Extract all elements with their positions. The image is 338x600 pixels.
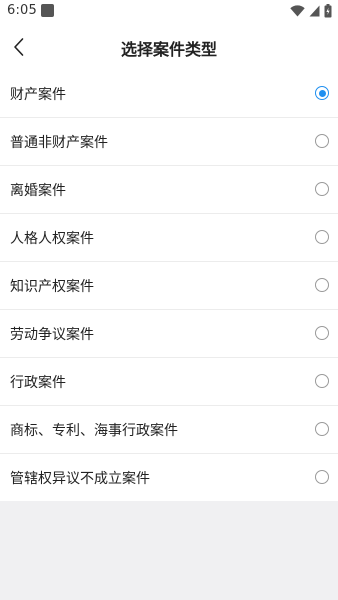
app-notification-icon [41, 4, 54, 17]
battery-charging-icon [324, 4, 332, 18]
case-type-option[interactable]: 商标、专利、海事行政案件 [0, 406, 338, 454]
radio-button[interactable] [315, 278, 329, 292]
case-type-option[interactable]: 离婚案件 [0, 166, 338, 214]
radio-button[interactable] [315, 422, 329, 436]
status-icons [290, 4, 332, 18]
case-type-option[interactable]: 劳动争议案件 [0, 310, 338, 358]
case-type-label: 财产案件 [10, 87, 66, 103]
nav-bar: 选择案件类型 [0, 24, 338, 71]
case-type-option[interactable]: 财产案件 [0, 70, 338, 118]
page-title: 选择案件类型 [120, 40, 217, 59]
case-type-list: 财产案件 普通非财产案件 离婚案件 人格人权案件 知识产权案件 劳动争议案件 行… [0, 70, 338, 501]
status-bar: 6:05 [0, 0, 338, 24]
radio-button[interactable] [315, 230, 329, 244]
radio-button[interactable] [315, 470, 329, 484]
status-time: 6:05 [7, 3, 37, 18]
radio-button[interactable] [315, 134, 329, 148]
case-type-label: 商标、专利、海事行政案件 [10, 423, 178, 439]
case-type-label: 劳动争议案件 [10, 327, 94, 343]
case-type-option[interactable]: 知识产权案件 [0, 262, 338, 310]
case-type-option[interactable]: 普通非财产案件 [0, 118, 338, 166]
radio-button[interactable] [315, 374, 329, 388]
signal-icon [309, 5, 320, 17]
case-type-label: 人格人权案件 [10, 231, 94, 247]
radio-button[interactable] [315, 182, 329, 196]
case-type-label: 普通非财产案件 [10, 135, 108, 151]
case-type-label: 知识产权案件 [10, 279, 94, 295]
case-type-option[interactable]: 行政案件 [0, 358, 338, 406]
case-type-label: 管辖权异议不成立案件 [10, 471, 150, 487]
case-type-label: 离婚案件 [10, 183, 66, 199]
radio-button-checked[interactable] [315, 86, 329, 100]
case-type-option[interactable]: 人格人权案件 [0, 214, 338, 262]
radio-button[interactable] [315, 326, 329, 340]
case-type-option[interactable]: 管辖权异议不成立案件 [0, 454, 338, 501]
wifi-icon [290, 5, 305, 17]
case-type-label: 行政案件 [10, 375, 66, 391]
